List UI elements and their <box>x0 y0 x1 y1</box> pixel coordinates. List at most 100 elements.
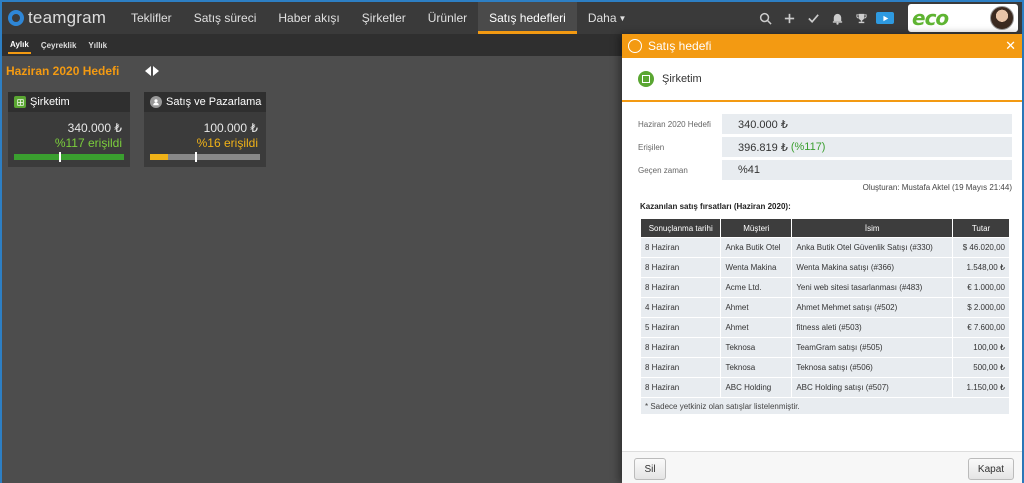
table-row[interactable]: 8 Haziran Wenta Makina Wenta Makina satı… <box>641 258 1009 277</box>
period-navigation <box>145 66 160 76</box>
deal-name-cell[interactable]: fitness aleti (#503) <box>792 318 953 337</box>
goal-card-satis-pazarlama[interactable]: Satış ve Pazarlama 100.000 ₺ %16 erişild… <box>144 92 266 167</box>
date-cell: 8 Haziran <box>641 238 721 257</box>
team-icon <box>150 96 162 108</box>
nav-item-urunler[interactable]: Ürünler <box>417 2 478 34</box>
info-value: %41 <box>722 160 1012 180</box>
created-by: Oluşturan: Mustafa Aktel (19 Mayıs 21:44… <box>862 183 1012 192</box>
arrow-left-icon[interactable] <box>145 66 152 76</box>
amount-cell: 100,00 ₺ <box>953 338 1009 357</box>
date-cell: 8 Haziran <box>641 258 721 277</box>
amount-cell: 1.150,00 ₺ <box>953 378 1009 397</box>
search-icon[interactable] <box>754 2 776 34</box>
nav-item-satis-sureci[interactable]: Satış süreci <box>183 2 268 34</box>
date-cell: 4 Haziran <box>641 298 721 317</box>
table-row[interactable]: 8 Haziran ABC Holding ABC Holding satışı… <box>641 378 1009 397</box>
eco-brand-logo: eco <box>912 6 949 30</box>
table-row[interactable]: 8 Haziran Anka Butik Otel Anka Butik Ote… <box>641 238 1009 257</box>
tab-ceyreklik[interactable]: Çeyreklik <box>39 38 79 53</box>
table-header-row: Sonuçlanma tarihi Müşteri İsim Tutar <box>641 219 1009 237</box>
table-row[interactable]: 5 Haziran Ahmet fitness aleti (#503) € 7… <box>641 318 1009 337</box>
tab-yillik[interactable]: Yıllık <box>86 38 109 53</box>
info-row-elapsed: Geçen zaman %41 <box>638 160 1012 180</box>
info-value: 340.000 ₺ <box>722 114 1012 134</box>
dialog-header: Satış hedefi ✕ <box>622 34 1022 58</box>
goal-card-reached: %16 erişildi <box>196 136 258 150</box>
table-row[interactable]: 4 Haziran Ahmet Ahmet Mehmet satışı (#50… <box>641 298 1009 317</box>
nav-item-daha[interactable]: Daha ▼ <box>577 2 638 34</box>
amount-cell: 1.548,00 ₺ <box>953 258 1009 277</box>
deal-name-cell[interactable]: Anka Butik Otel Güvenlik Satışı (#330) <box>792 238 953 257</box>
delete-button[interactable]: Sil <box>634 458 666 480</box>
deal-name-cell[interactable]: TeamGram satışı (#505) <box>792 338 953 357</box>
bell-icon[interactable] <box>826 2 848 34</box>
info-label: Erişilen <box>638 142 665 152</box>
check-icon[interactable] <box>802 2 824 34</box>
date-cell: 8 Haziran <box>641 358 721 377</box>
deal-name-cell[interactable]: Wenta Makina satışı (#366) <box>792 258 953 277</box>
nav-item-satis-hedefleri[interactable]: Satış hedefleri <box>478 2 577 34</box>
customer-cell[interactable]: Teknosa <box>721 358 792 377</box>
tab-aylik[interactable]: Aylık <box>8 37 31 54</box>
goal-card-header: Şirketim <box>8 92 130 112</box>
company-icon <box>14 96 26 108</box>
avatar[interactable] <box>990 6 1014 30</box>
date-cell: 8 Haziran <box>641 338 721 357</box>
nav-item-haber-akisi[interactable]: Haber akışı <box>267 2 350 34</box>
customer-cell[interactable]: Ahmet <box>721 298 792 317</box>
info-row-target: Haziran 2020 Hedefi 340.000 ₺ <box>638 114 1012 134</box>
teamgram-logo[interactable]: teamgram <box>2 2 120 34</box>
customer-cell[interactable]: Acme Ltd. <box>721 278 792 297</box>
column-header[interactable]: İsim <box>792 219 953 237</box>
goal-card-name: Şirketim <box>30 96 70 108</box>
goal-progress-bar <box>14 152 124 162</box>
goal-progress-bar <box>150 152 260 162</box>
table-row[interactable]: 8 Haziran Acme Ltd. Yeni web sitesi tasa… <box>641 278 1009 297</box>
dialog-company-row: Şirketim <box>622 58 1022 102</box>
logo-mark-icon <box>8 10 24 26</box>
goal-info: Haziran 2020 Hedefi 340.000 ₺ Erişilen 3… <box>622 102 1022 180</box>
company-icon <box>638 71 654 87</box>
table-row[interactable]: 8 Haziran Teknosa TeamGram satışı (#505)… <box>641 338 1009 357</box>
column-header[interactable]: Müşteri <box>721 219 792 237</box>
top-navigation-bar: teamgram Teklifler Satış süreci Haber ak… <box>2 2 1022 34</box>
deal-name-cell[interactable]: ABC Holding satışı (#507) <box>792 378 953 397</box>
customer-cell[interactable]: Anka Butik Otel <box>721 238 792 257</box>
nav-item-sirketler[interactable]: Şirketler <box>351 2 417 34</box>
customer-cell[interactable]: Wenta Makina <box>721 258 792 277</box>
brand-box[interactable]: eco <box>908 4 1018 32</box>
column-header[interactable]: Sonuçlanma tarihi <box>641 219 721 237</box>
dialog-footer: Sil Kapat <box>622 451 1022 483</box>
goal-card-sirketim[interactable]: Şirketim 340.000 ₺ %117 erişildi <box>8 92 130 167</box>
amount-cell: $ 2.000,00 <box>953 298 1009 317</box>
close-button[interactable]: Kapat <box>968 458 1014 480</box>
period-row: Haziran 2020 Hedefi <box>6 64 160 78</box>
won-deals-title: Kazanılan satış fırsatları (Haziran 2020… <box>640 202 791 211</box>
info-value: 396.819 ₺ (%117) <box>722 137 1012 157</box>
deal-name-cell[interactable]: Ahmet Mehmet satışı (#502) <box>792 298 953 317</box>
target-value: 340.000 ₺ <box>738 118 788 131</box>
customer-cell[interactable]: Teknosa <box>721 338 792 357</box>
column-header[interactable]: Tutar <box>953 219 1009 237</box>
customer-cell[interactable]: Ahmet <box>721 318 792 337</box>
trophy-icon[interactable] <box>850 2 872 34</box>
customer-cell[interactable]: ABC Holding <box>721 378 792 397</box>
table-note-row: * Sadece yetkiniz olan satışlar listelen… <box>641 398 1009 414</box>
nav-daha-label: Daha <box>587 11 617 25</box>
date-cell: 8 Haziran <box>641 278 721 297</box>
deal-name-cell[interactable]: Teknosa satışı (#506) <box>792 358 953 377</box>
deal-name-cell[interactable]: Yeni web sitesi tasarlanması (#483) <box>792 278 953 297</box>
goal-progress-fill <box>14 154 124 160</box>
goal-card-value: 100.000 ₺ <box>203 121 258 135</box>
video-icon[interactable] <box>874 2 896 34</box>
nav-item-teklifler[interactable]: Teklifler <box>120 2 183 34</box>
video-play-icon <box>876 12 894 24</box>
period-tabs: Aylık Çeyreklik Yıllık <box>2 34 622 56</box>
amount-cell: € 7.600,00 <box>953 318 1009 337</box>
close-icon[interactable]: ✕ <box>1005 38 1016 54</box>
plus-icon[interactable] <box>778 2 800 34</box>
table-row[interactable]: 8 Haziran Teknosa Teknosa satışı (#506) … <box>641 358 1009 377</box>
arrow-right-icon[interactable] <box>153 66 160 76</box>
info-row-reached: Erişilen 396.819 ₺ (%117) <box>638 137 1012 157</box>
date-cell: 8 Haziran <box>641 378 721 397</box>
